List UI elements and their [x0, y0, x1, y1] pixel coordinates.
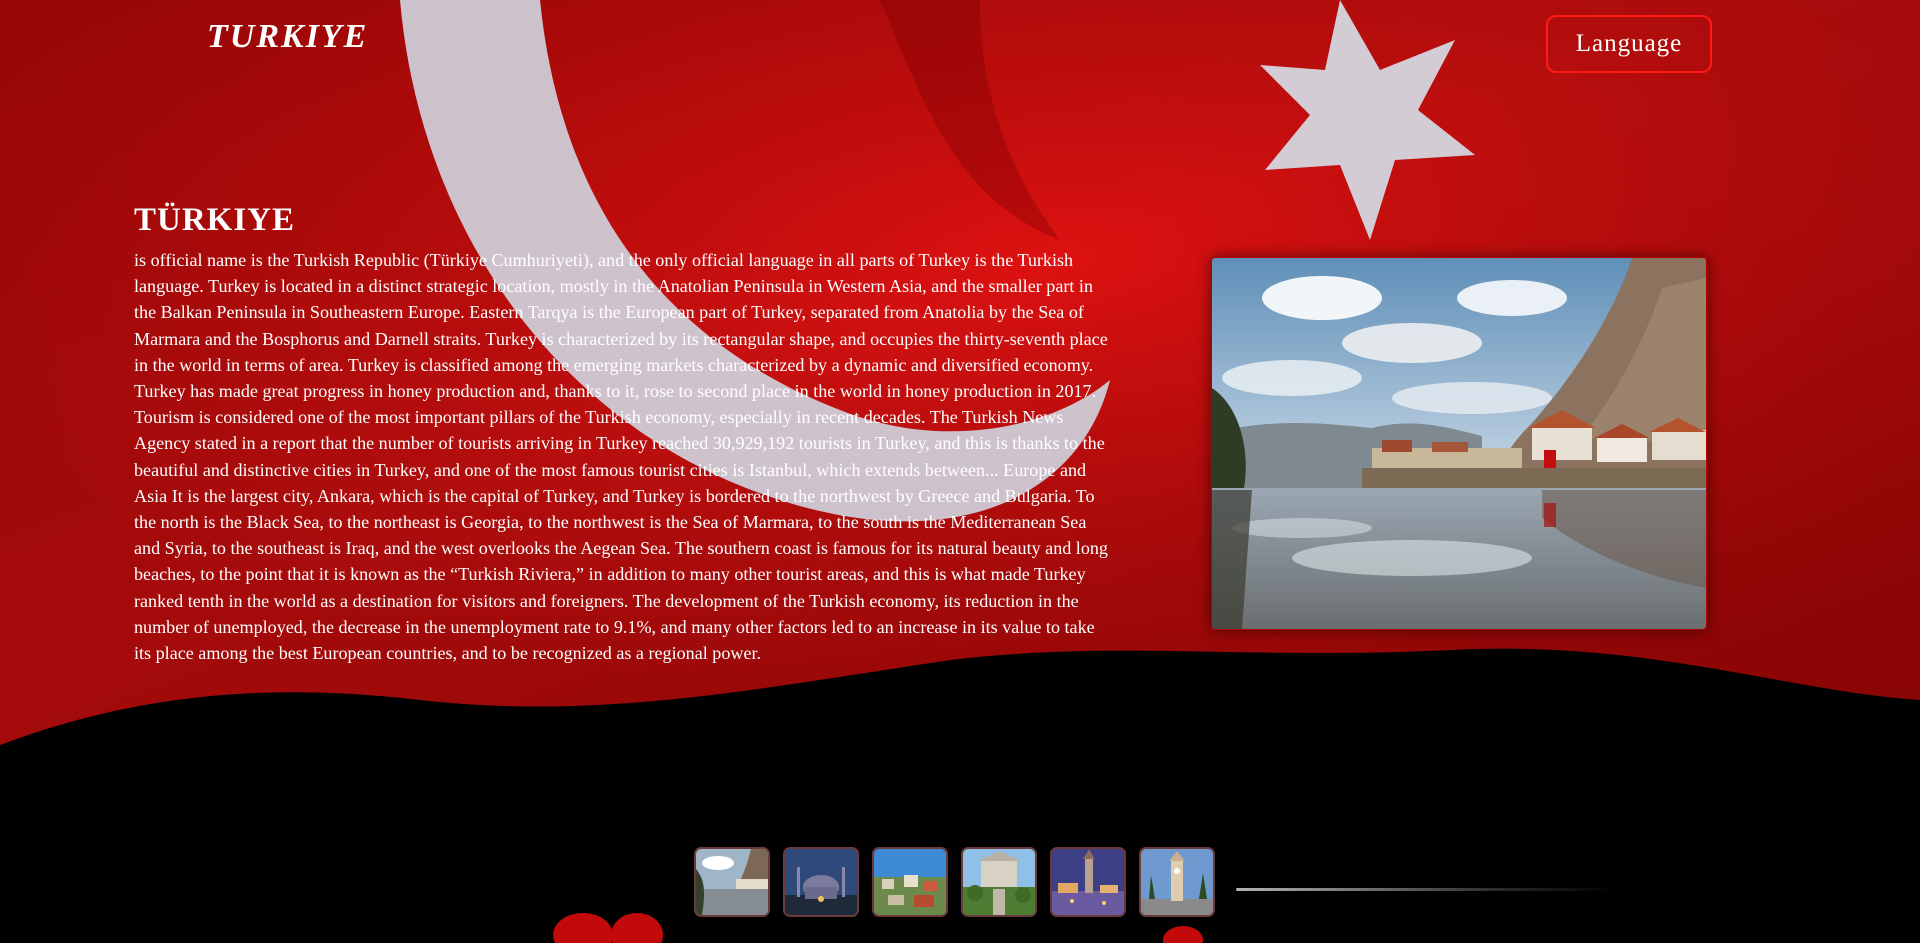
brand-logo-text[interactable]: TURKIYE — [207, 18, 368, 56]
thumbnail-city-view[interactable] — [872, 847, 948, 917]
thumbnail-river-town[interactable] — [694, 847, 770, 917]
gallery-scroll-indicator — [1236, 888, 1616, 891]
page-title: TÜRKIYE — [134, 202, 296, 238]
thumbnail-clock-tower[interactable] — [1139, 847, 1215, 917]
thumbnail-gallery — [694, 847, 1215, 917]
language-button[interactable]: Language — [1546, 15, 1712, 73]
description-paragraph: is official name is the Turkish Republic… — [134, 250, 1108, 664]
featured-photo — [1211, 257, 1707, 630]
thumbnail-garden-palace[interactable] — [961, 847, 1037, 917]
thumbnail-night-city[interactable] — [1050, 847, 1126, 917]
thumbnail-mosque[interactable] — [783, 847, 859, 917]
